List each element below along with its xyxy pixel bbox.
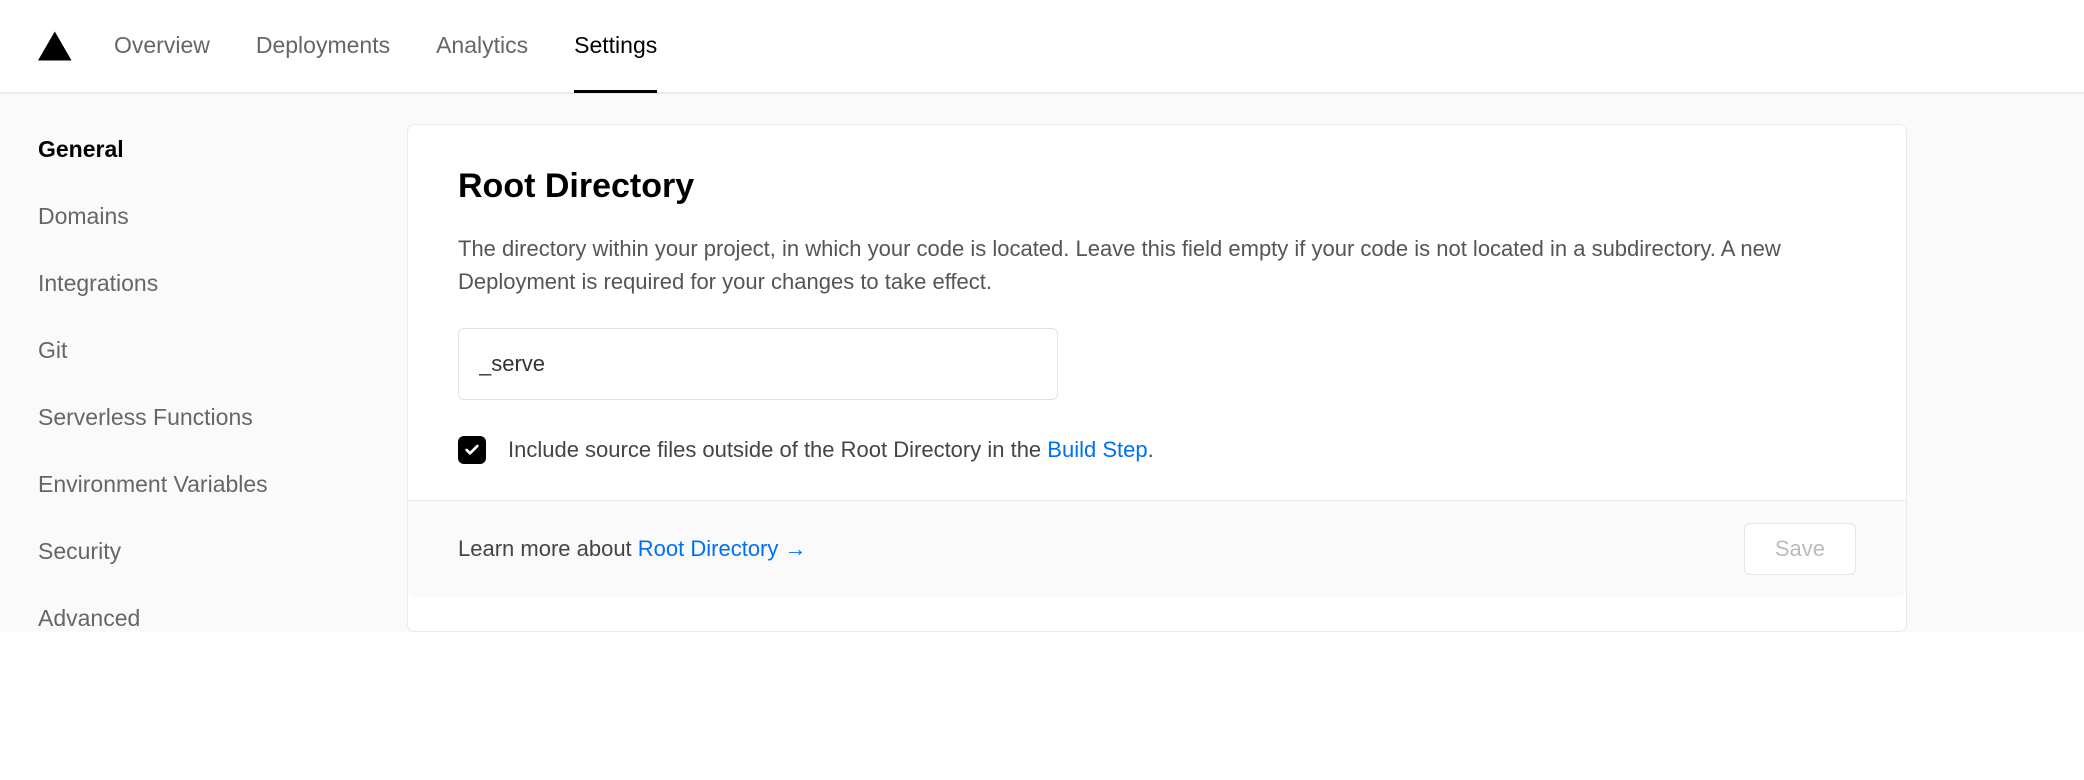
learn-more-text: Learn more about Root Directory → [458,536,807,562]
sidebar-item-environment-variables[interactable]: Environment Variables [38,471,407,498]
sidebar-item-git[interactable]: Git [38,337,407,364]
sidebar-item-advanced[interactable]: Advanced [38,605,407,632]
learn-more-link[interactable]: Root Directory → [638,536,807,561]
nav-item-deployments[interactable]: Deployments [256,1,390,93]
sidebar-item-serverless-functions[interactable]: Serverless Functions [38,404,407,431]
vercel-logo[interactable] [38,29,72,63]
nav-item-overview[interactable]: Overview [114,1,210,93]
include-source-label-prefix: Include source files outside of the Root… [508,437,1047,462]
sidebar-list: General Domains Integrations Git Serverl… [38,136,407,632]
top-navigation: Overview Deployments Analytics Settings [0,0,2084,94]
include-source-label: Include source files outside of the Root… [508,437,1154,463]
triangle-icon [38,31,72,61]
include-source-label-suffix: . [1148,437,1154,462]
root-directory-card: Root Directory The directory within your… [407,124,1907,632]
sidebar-item-security[interactable]: Security [38,538,407,565]
root-directory-input[interactable] [458,328,1058,400]
save-button[interactable]: Save [1744,523,1856,575]
sidebar-item-general[interactable]: General [38,136,407,163]
learn-more-prefix: Learn more about [458,536,638,561]
nav-item-analytics[interactable]: Analytics [436,1,528,93]
card-footer: Learn more about Root Directory → Save [408,500,1906,597]
build-step-link[interactable]: Build Step [1047,437,1147,462]
include-source-checkbox-row: Include source files outside of the Root… [458,436,1856,464]
card-title: Root Directory [458,167,1856,206]
include-source-checkbox[interactable] [458,436,486,464]
sidebar-item-domains[interactable]: Domains [38,203,407,230]
page-body: General Domains Integrations Git Serverl… [0,94,2084,632]
card-body: Root Directory The directory within your… [408,125,1906,500]
card-description: The directory within your project, in wh… [458,232,1856,298]
nav-items: Overview Deployments Analytics Settings [114,0,657,92]
sidebar-item-integrations[interactable]: Integrations [38,270,407,297]
nav-item-settings[interactable]: Settings [574,1,657,93]
check-icon [464,442,480,458]
settings-sidebar: General Domains Integrations Git Serverl… [0,94,407,632]
